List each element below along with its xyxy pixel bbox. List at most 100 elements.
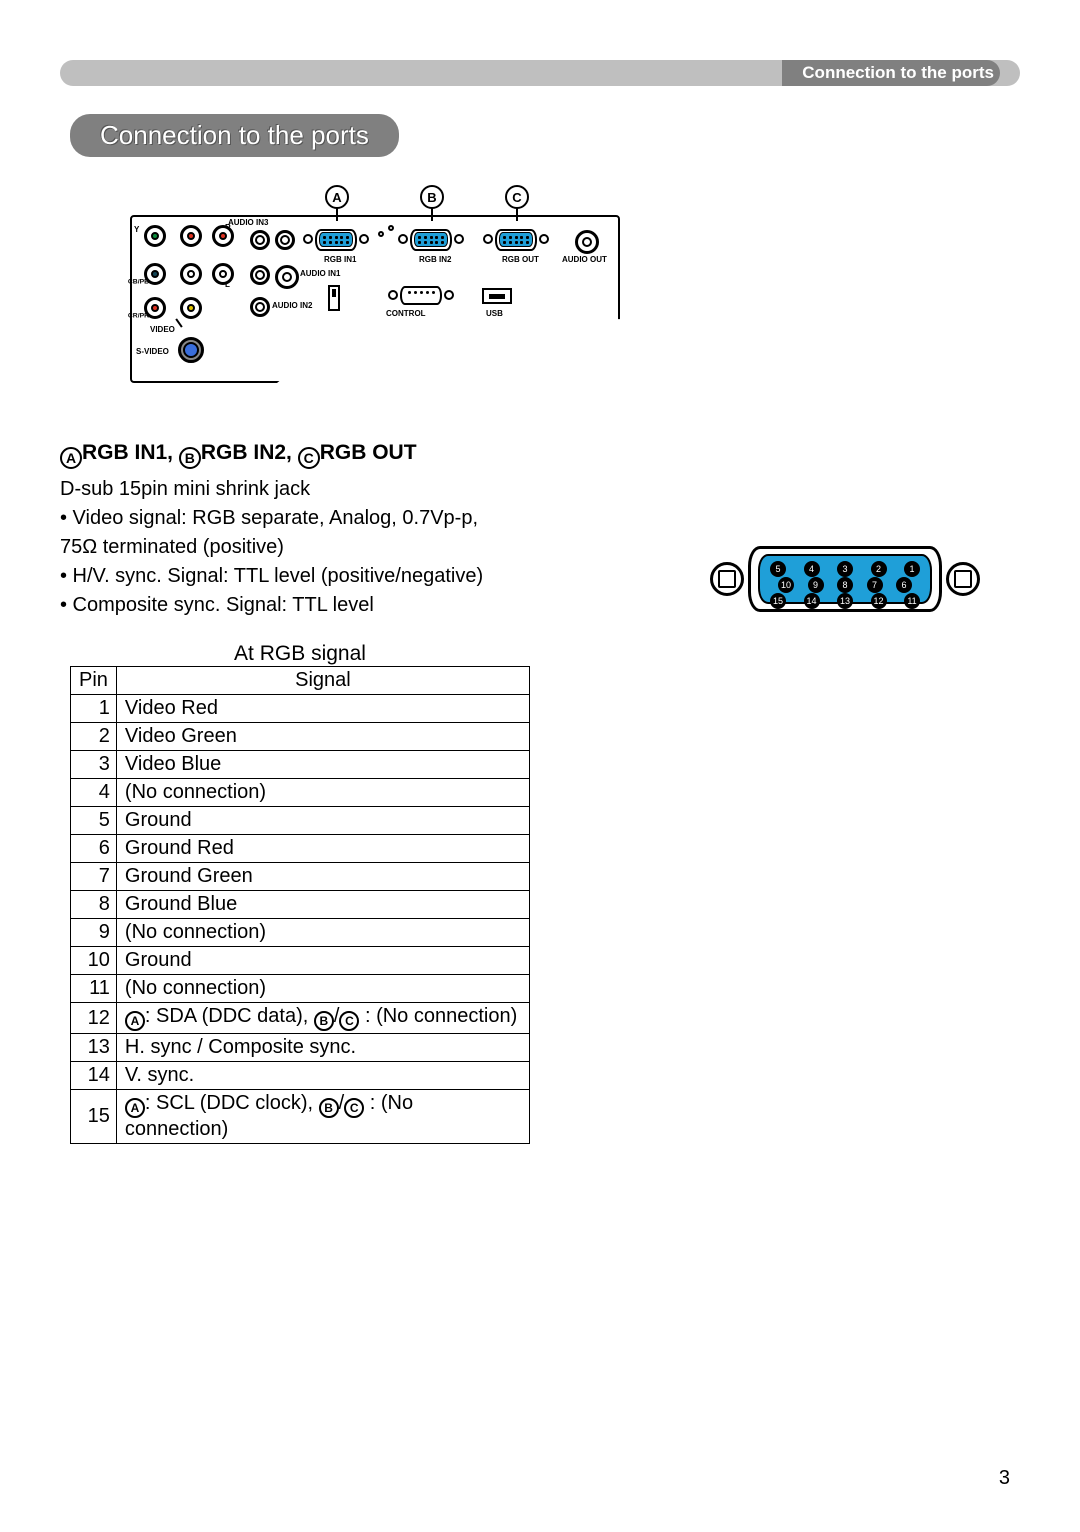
circle-b-icon: B — [314, 1011, 334, 1031]
label-svideo: S-VIDEO — [136, 347, 169, 356]
cell-pin: 9 — [71, 919, 117, 947]
table-row: 14V. sync. — [71, 1062, 530, 1090]
table-row: 15A: SCL (DDC clock), B/C : (No connecti… — [71, 1090, 530, 1144]
led-1 — [378, 231, 384, 237]
label-rgb-in1: RGB IN1 — [324, 255, 356, 264]
label-video: VIDEO — [150, 325, 175, 334]
rca-r — [180, 225, 202, 247]
spec-line4: • H/V. sync. Signal: TTL level (positive… — [60, 562, 580, 591]
cell-signal: H. sync / Composite sync. — [116, 1034, 529, 1062]
port-panel-diagram: A B C AUDIO IN3 RGB IN1 RGB IN2 RGB OUT … — [130, 185, 630, 385]
rca-cbpb — [144, 263, 166, 285]
table-row: 8Ground Blue — [71, 891, 530, 919]
cell-pin: 11 — [71, 975, 117, 1003]
vga-rgb-out — [485, 227, 547, 253]
table-row: 9(No connection) — [71, 919, 530, 947]
switch — [328, 285, 340, 311]
circle-c-icon: C — [344, 1098, 364, 1118]
cell-signal: (No connection) — [116, 919, 529, 947]
audio-in2-jack — [250, 297, 270, 317]
label-usb: USB — [486, 309, 503, 318]
label-rgb-out: RGB OUT — [502, 255, 539, 264]
cell-signal: A: SCL (DDC clock), B/C : (No connection… — [116, 1090, 529, 1144]
control-port — [390, 285, 452, 307]
label-rgb-in2: RGB IN2 — [419, 255, 451, 264]
cell-pin: 5 — [71, 807, 117, 835]
section-title: Connection to the ports — [70, 114, 399, 157]
cell-signal: Video Red — [116, 695, 529, 723]
pin-row-3: 15 14 13 12 11 — [770, 593, 920, 609]
cell-pin: 10 — [71, 947, 117, 975]
callout-a: A — [325, 185, 349, 209]
cell-signal: Ground Green — [116, 863, 529, 891]
rca-r2 — [212, 225, 234, 247]
table-row: 5Ground — [71, 807, 530, 835]
spec-text: D-sub 15pin mini shrink jack • Video sig… — [60, 475, 580, 620]
cell-pin: 14 — [71, 1062, 117, 1090]
label-audio-in3: AUDIO IN3 — [228, 218, 268, 227]
spec-line2: • Video signal: RGB separate, Analog, 0.… — [60, 504, 580, 533]
callout-c: C — [505, 185, 529, 209]
cell-signal: Video Green — [116, 723, 529, 751]
cell-pin: 7 — [71, 863, 117, 891]
label-control: CONTROL — [386, 309, 426, 318]
circle-b-icon: B — [179, 447, 201, 469]
dsub-connector-diagram: 5 4 3 2 1 10 9 8 7 6 15 14 13 12 11 — [710, 540, 980, 620]
screw-right-icon — [946, 562, 980, 596]
audio-in3-jack — [250, 230, 270, 250]
pin-row-2: 10 9 8 7 6 — [770, 577, 920, 593]
cell-pin: 3 — [71, 751, 117, 779]
table-row: 10Ground — [71, 947, 530, 975]
table-caption: At RGB signal — [70, 642, 530, 666]
spec-line1: D-sub 15pin mini shrink jack — [60, 475, 580, 504]
rca-video — [180, 297, 202, 319]
cell-signal: Ground Blue — [116, 891, 529, 919]
spec-line5: • Composite sync. Signal: TTL level — [60, 591, 580, 620]
label-audio-in1: AUDIO IN1 — [300, 269, 340, 278]
breadcrumb: Connection to the ports — [782, 60, 1000, 86]
table-row: 1Video Red — [71, 695, 530, 723]
table-row: 3Video Blue — [71, 751, 530, 779]
cell-signal: (No connection) — [116, 975, 529, 1003]
cell-pin: 8 — [71, 891, 117, 919]
table-row: 13H. sync / Composite sync. — [71, 1034, 530, 1062]
label-y: Y — [134, 225, 139, 234]
table-row: 2Video Green — [71, 723, 530, 751]
pin-table: Pin Signal 1Video Red2Video Green3Video … — [70, 666, 530, 1144]
spec-line3: 75Ω terminated (positive) — [60, 533, 580, 562]
cell-signal: V. sync. — [116, 1062, 529, 1090]
cell-pin: 13 — [71, 1034, 117, 1062]
cell-pin: 4 — [71, 779, 117, 807]
page-number: 3 — [999, 1467, 1010, 1490]
circle-b-icon: B — [319, 1098, 339, 1118]
usb-port — [482, 288, 512, 304]
circle-a-icon: A — [125, 1011, 145, 1031]
port-heading: ARGB IN1, BRGB IN2, CRGB OUT — [60, 441, 1020, 469]
circle-a-icon: A — [60, 447, 82, 469]
cell-signal: Ground — [116, 947, 529, 975]
rca-l2 — [212, 263, 234, 285]
circle-a-icon: A — [125, 1098, 145, 1118]
circle-c-icon: C — [298, 447, 320, 469]
table-row: 6Ground Red — [71, 835, 530, 863]
cell-pin: 12 — [71, 1003, 117, 1034]
audio-out-jack — [575, 230, 599, 254]
cell-signal: (No connection) — [116, 779, 529, 807]
cell-signal: Video Blue — [116, 751, 529, 779]
cell-pin: 6 — [71, 835, 117, 863]
table-row: 4(No connection) — [71, 779, 530, 807]
audio-in3-jack2 — [275, 230, 295, 250]
audio-in1-jack — [250, 265, 270, 285]
rca-crpr — [144, 297, 166, 319]
audio-in1-jack-big — [275, 265, 299, 289]
rca-y — [144, 225, 166, 247]
th-signal: Signal — [116, 667, 529, 695]
cell-pin: 2 — [71, 723, 117, 751]
label-audio-out: AUDIO OUT — [562, 255, 607, 264]
table-row: 11(No connection) — [71, 975, 530, 1003]
cell-signal: Ground Red — [116, 835, 529, 863]
rca-l — [180, 263, 202, 285]
cell-signal: Ground — [116, 807, 529, 835]
led-2 — [388, 225, 394, 231]
circle-c-icon: C — [339, 1011, 359, 1031]
